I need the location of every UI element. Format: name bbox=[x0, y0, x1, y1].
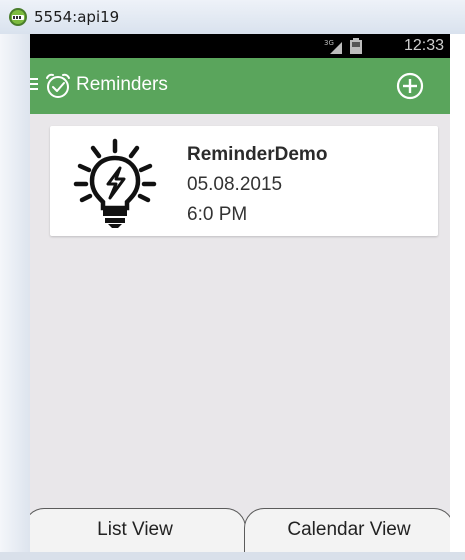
tab-list-view[interactable]: List View bbox=[30, 508, 246, 552]
alarm-clock-icon[interactable] bbox=[44, 72, 72, 100]
status-time: 12:33 bbox=[403, 37, 444, 54]
reminder-card[interactable]: ReminderDemo 05.08.2015 6:0 PM bbox=[50, 126, 438, 236]
emulator-window-title: 5554:api19 bbox=[34, 8, 120, 26]
action-bar: Reminders bbox=[30, 58, 450, 114]
signal-3g-icon: 3G bbox=[324, 39, 342, 54]
svg-text:3G: 3G bbox=[324, 39, 334, 47]
tab-calendar-view[interactable]: Calendar View bbox=[244, 508, 450, 552]
battery-icon bbox=[350, 38, 362, 54]
android-emulator-icon bbox=[9, 8, 27, 26]
lightbulb-icon bbox=[73, 138, 157, 228]
window-frame-bottom bbox=[0, 552, 465, 560]
reminder-time: 6:0 PM bbox=[187, 204, 248, 225]
window-frame bbox=[0, 34, 30, 560]
status-bar: 3G 12:33 bbox=[30, 34, 450, 58]
menu-icon[interactable] bbox=[30, 77, 40, 91]
page-title: Reminders bbox=[76, 74, 168, 95]
add-reminder-icon[interactable] bbox=[396, 72, 424, 100]
bottom-tab-bar: List View Calendar View bbox=[30, 508, 450, 552]
reminder-date: 05.08.2015 bbox=[187, 174, 283, 195]
emulator-title-bar: 5554:api19 bbox=[0, 0, 465, 34]
reminder-title: ReminderDemo bbox=[187, 144, 328, 165]
reminder-list: ReminderDemo 05.08.2015 6:0 PM bbox=[30, 114, 450, 504]
device-screen: 3G 12:33 Reminders ReminderDemo 05.08.20… bbox=[30, 34, 450, 552]
